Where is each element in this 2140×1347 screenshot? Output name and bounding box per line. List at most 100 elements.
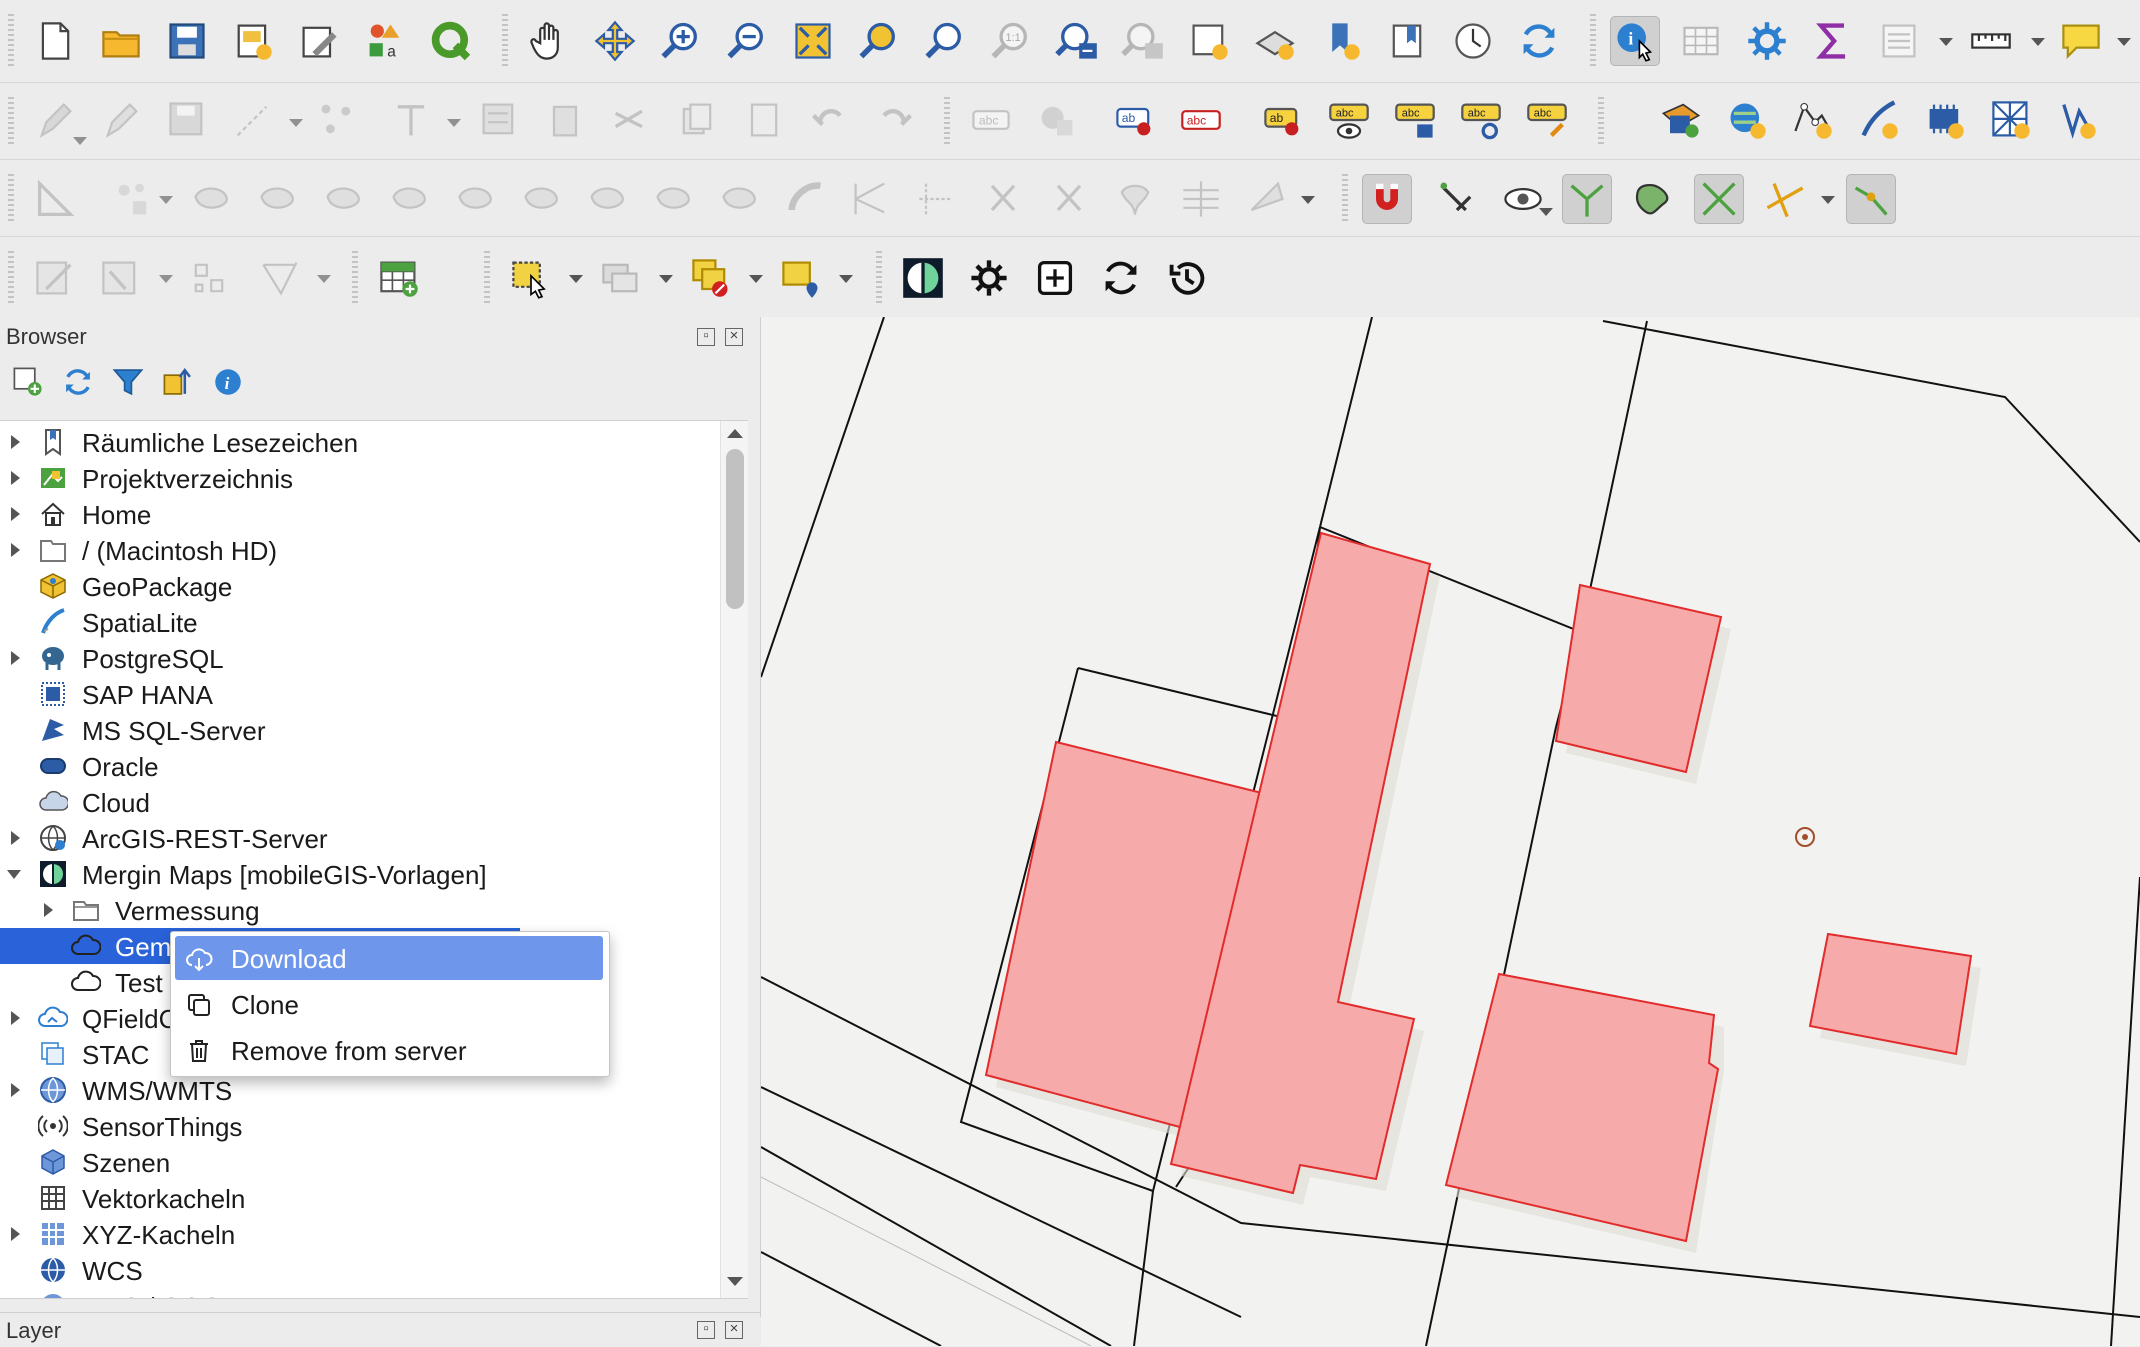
delete-ring-icon[interactable] xyxy=(648,174,698,224)
new-3d-view-icon[interactable] xyxy=(1250,16,1300,66)
enable-tracing-icon[interactable] xyxy=(1498,174,1548,224)
identify-features-icon[interactable]: i xyxy=(1610,16,1660,66)
new-gps-layer-icon[interactable] xyxy=(2052,95,2102,145)
mergin-maps-icon[interactable] xyxy=(898,253,948,303)
layer-diagram-icon[interactable]: abc xyxy=(1176,95,1226,145)
snapping-icon[interactable] xyxy=(1362,174,1412,224)
browser-item-projektverzeichnis[interactable]: Projektverzeichnis xyxy=(0,460,720,496)
add-ring-icon[interactable] xyxy=(108,174,158,224)
layout-manager-icon[interactable]: a xyxy=(360,16,410,66)
browser-item-arcgis-rest-server[interactable]: ArcGIS-REST-Server xyxy=(0,820,720,856)
new-table-icon[interactable] xyxy=(374,253,424,303)
statistics-icon[interactable] xyxy=(1808,16,1858,66)
browser-item-oracle[interactable]: Oracle xyxy=(0,748,720,784)
menu-item-clone[interactable]: Clone xyxy=(175,982,603,1026)
open-field-calculator-icon[interactable] xyxy=(1874,16,1924,66)
menu-item-download[interactable]: Download xyxy=(175,936,603,980)
delete-part-icon[interactable] xyxy=(714,174,764,224)
new-geopackage-icon[interactable] xyxy=(1788,95,1838,145)
toolbar-handle[interactable] xyxy=(502,14,508,68)
mergin-new-project-icon[interactable] xyxy=(1030,253,1080,303)
open-folder-icon[interactable] xyxy=(96,16,146,66)
new-bookmark-icon[interactable] xyxy=(1316,16,1366,66)
pan-hand-icon[interactable] xyxy=(524,16,574,66)
undo-icon[interactable] xyxy=(738,95,788,145)
new-virtual-layer-icon[interactable] xyxy=(1854,95,1904,145)
diagram-icon[interactable] xyxy=(1032,95,1082,145)
change-label-icon[interactable]: abc xyxy=(1522,95,1572,145)
redo-arrow-icon[interactable] xyxy=(870,95,920,145)
toolbox-icon[interactable] xyxy=(1742,16,1792,66)
float-panel-icon[interactable]: ▫ xyxy=(697,1321,715,1339)
toolbar-handle[interactable] xyxy=(1598,97,1604,145)
browser-tree[interactable]: Räumliche Lesezeichen Projektverzeichnis H… xyxy=(0,420,748,1299)
rotate-icon[interactable] xyxy=(450,174,500,224)
delete-selected-icon[interactable] xyxy=(474,95,524,145)
select-by-location-icon[interactable] xyxy=(776,253,826,303)
paste-features-icon[interactable] xyxy=(672,95,722,145)
properties-icon[interactable]: i xyxy=(208,362,248,402)
pin-label-icon[interactable]: ab xyxy=(1258,95,1308,145)
collapsed-arrow-icon[interactable] xyxy=(5,1224,25,1244)
browser-item-r-umliche-lesezeichen[interactable]: Räumliche Lesezeichen xyxy=(0,424,720,460)
dropdown-arrow-icon[interactable] xyxy=(838,273,853,283)
advanced-digitizing-icon[interactable] xyxy=(30,174,80,224)
snapping-intersection-icon[interactable] xyxy=(1694,174,1744,224)
dropdown-arrow-icon[interactable] xyxy=(2116,36,2131,46)
distribute-icon[interactable] xyxy=(1176,174,1226,224)
dropdown-arrow-icon[interactable] xyxy=(568,273,583,283)
reshape-icon[interactable] xyxy=(252,174,302,224)
snap-to-vertices-icon[interactable] xyxy=(1846,174,1896,224)
select-features-icon[interactable] xyxy=(506,253,556,303)
browser-item-szenen[interactable]: Szenen xyxy=(0,1144,720,1180)
toolbar-handle[interactable] xyxy=(1342,174,1348,222)
new-map-view-icon[interactable] xyxy=(1184,16,1234,66)
collapsed-arrow-icon[interactable] xyxy=(5,828,25,848)
redo-icon[interactable] xyxy=(804,95,854,145)
dropdown-arrow-icon[interactable] xyxy=(658,273,673,283)
qgis-logo-icon[interactable] xyxy=(426,16,476,66)
scroll-up-arrow-icon[interactable] xyxy=(727,429,743,438)
dropdown-arrow-icon[interactable] xyxy=(288,117,303,127)
toolbar-handle[interactable] xyxy=(876,251,882,303)
measure-line-icon[interactable] xyxy=(1966,16,2016,66)
zoom-next-icon[interactable] xyxy=(1118,16,1168,66)
fill-ring-icon[interactable] xyxy=(582,174,632,224)
style-manager-icon[interactable] xyxy=(294,16,344,66)
dropdown-arrow-icon[interactable] xyxy=(1300,194,1315,204)
browser-item-ms-sql-server[interactable]: MS SQL-Server xyxy=(0,712,720,748)
copy-features-icon[interactable] xyxy=(606,95,656,145)
save-icon[interactable] xyxy=(162,16,212,66)
trim-extend-icon[interactable] xyxy=(912,174,962,224)
dropdown-arrow-icon[interactable] xyxy=(1820,194,1835,204)
toolbar-handle[interactable] xyxy=(8,97,14,145)
snapping-config-icon[interactable] xyxy=(1432,174,1482,224)
show-hide-label-icon[interactable]: abc xyxy=(1324,95,1374,145)
offset-curve-icon[interactable] xyxy=(186,174,236,224)
vertex-editor-icon[interactable] xyxy=(256,253,306,303)
browser-item-vektorkacheln[interactable]: Vektorkacheln xyxy=(0,1180,720,1216)
vertex-tool-icon[interactable] xyxy=(312,95,362,145)
browser-item-wcs[interactable]: WCS xyxy=(0,1252,720,1288)
self-snapping-icon[interactable] xyxy=(1760,174,1810,224)
new-print-layout-icon[interactable] xyxy=(228,16,278,66)
show-bookmarks-icon[interactable] xyxy=(1382,16,1432,66)
collapsed-arrow-icon[interactable] xyxy=(5,540,25,560)
modify-attributes-icon[interactable] xyxy=(386,95,436,145)
zoom-out-icon[interactable] xyxy=(722,16,772,66)
shape-digitizing-icon[interactable] xyxy=(184,253,234,303)
new-shapefile-icon[interactable] xyxy=(1656,95,1706,145)
add-feature-icon[interactable] xyxy=(228,95,278,145)
dropdown-arrow-icon[interactable] xyxy=(72,135,87,145)
close-panel-icon[interactable]: × xyxy=(725,328,743,346)
open-attribute-table-icon[interactable] xyxy=(1676,16,1726,66)
collapsed-arrow-icon[interactable] xyxy=(5,432,25,452)
browser-item-cloud[interactable]: Cloud xyxy=(0,784,720,820)
scroll-down-arrow-icon[interactable] xyxy=(727,1277,743,1286)
toolbar-handle[interactable] xyxy=(944,97,950,145)
browser-item-postgresql[interactable]: PostgreSQL xyxy=(0,640,720,676)
layer-labeling-icon[interactable]: ab xyxy=(1110,95,1160,145)
grid-tool-icon[interactable] xyxy=(96,253,146,303)
move-label-icon[interactable]: abc xyxy=(1390,95,1440,145)
dropdown-arrow-icon[interactable] xyxy=(1538,206,1553,216)
